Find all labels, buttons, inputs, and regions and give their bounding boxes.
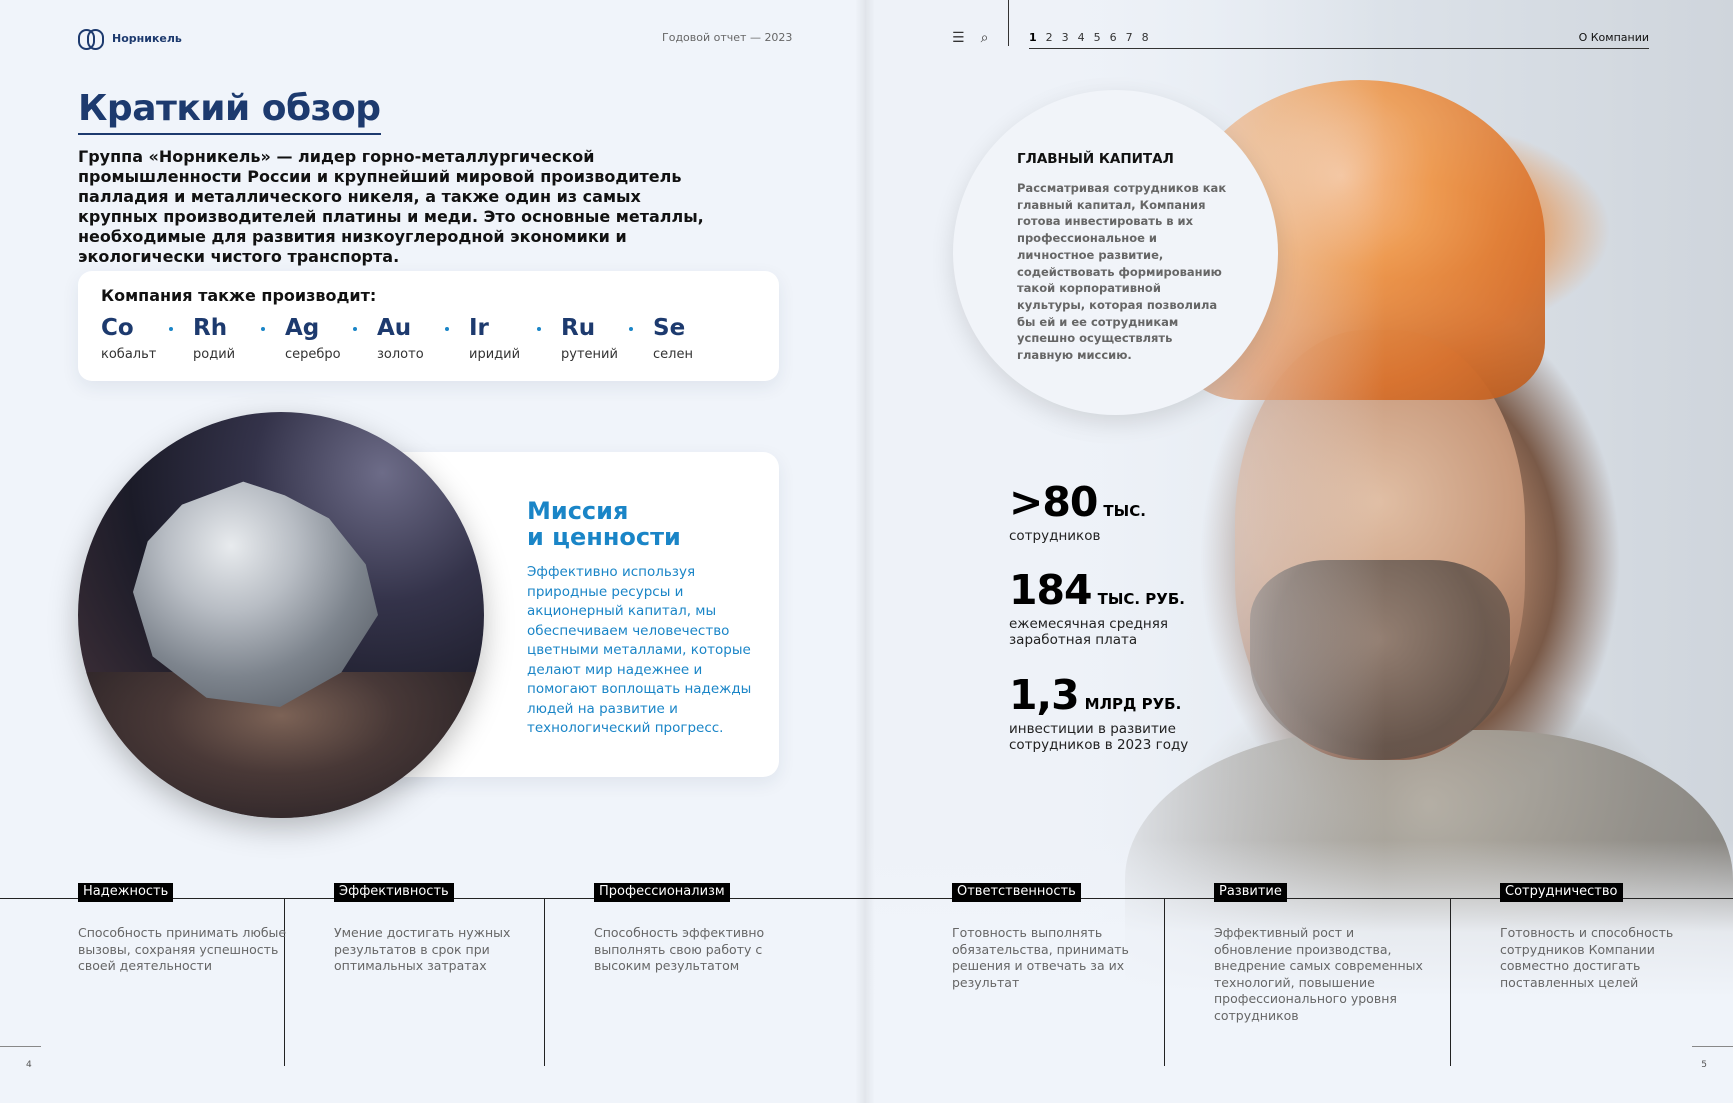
element-ruthenium: Ru рутений	[561, 315, 653, 362]
mission-title-line1: Миссия	[527, 497, 629, 525]
produces-title: Компания также производит:	[101, 286, 377, 305]
value-tag: Надежность	[78, 883, 174, 902]
value-description: Готовность выполнять обязательства, прин…	[952, 925, 1129, 990]
stat-value: 1,3	[1009, 671, 1080, 719]
stat-unit: ТЫС.	[1103, 502, 1146, 520]
element-symbol: Ru	[561, 315, 596, 341]
spread-gutter	[855, 0, 875, 1103]
separator-dot	[261, 327, 265, 331]
element-symbol: Se	[653, 315, 686, 341]
element-name: золото	[377, 347, 424, 362]
value-description: Эффективный рост и обновление производст…	[1214, 925, 1423, 1023]
separator-dot	[169, 327, 173, 331]
element-name: иридий	[469, 347, 521, 362]
element-rhodium: Rh родий	[193, 315, 285, 362]
page-title: Краткий обзор	[78, 88, 381, 135]
elements-list: Co кобальт Rh родий Ag серебро Au золото…	[101, 315, 745, 362]
page-navigation: 1 2 3 4 5 6 7 8	[1029, 31, 1149, 44]
stat-employees: >80 ТЫС. сотрудников	[1009, 478, 1229, 544]
values-separator	[1450, 898, 1451, 1066]
value-tag: Развитие	[1214, 883, 1287, 902]
corner-line	[1692, 1046, 1733, 1047]
stat-value: 184	[1009, 566, 1093, 614]
mineral-image	[78, 412, 484, 818]
value-professionalism: Профессионализм Способность эффективно в…	[594, 880, 764, 973]
element-silver: Ag серебро	[285, 315, 377, 362]
stat-investment: 1,3 МЛРД РУБ. инвестиции в развитие сотру…	[1009, 671, 1229, 753]
separator-dot	[537, 327, 541, 331]
mission-title: Миссия и ценности	[527, 498, 767, 550]
stat-unit: МЛРД РУБ.	[1084, 695, 1182, 713]
stat-unit: ТЫС. РУБ.	[1097, 590, 1185, 608]
value-tag: Профессионализм	[594, 883, 730, 902]
mission-text: Эффективно используя природные ресурсы и…	[527, 564, 752, 736]
value-description: Способность эффективно выполнять свою ра…	[594, 925, 765, 973]
logo[interactable]: Норникель	[78, 28, 182, 50]
corner-line	[0, 1046, 41, 1047]
mission-title-line2: и ценности	[527, 523, 681, 551]
element-name: рутений	[561, 347, 618, 362]
element-symbol: Co	[101, 315, 134, 341]
intro-paragraph: Группа «Норникель» — лидер горно-металлу…	[78, 147, 704, 266]
nav-page-6[interactable]: 6	[1110, 31, 1117, 44]
logo-text: Норникель	[112, 31, 182, 45]
nav-icons: ☰ ⌕	[952, 30, 988, 46]
element-iridium: Ir иридий	[469, 315, 561, 362]
element-symbol: Rh	[193, 315, 228, 341]
nav-page-1[interactable]: 1	[1029, 31, 1037, 44]
produces-card: Компания также производит: Co кобальт Rh…	[78, 271, 779, 381]
value-description: Умение достигать нужных результатов в ср…	[334, 925, 511, 973]
stat-value: >80	[1009, 478, 1098, 526]
value-responsibility: Ответственность Готовность выполнять обя…	[952, 880, 1129, 990]
nav-page-8[interactable]: 8	[1142, 31, 1149, 44]
element-name: серебро	[285, 347, 341, 362]
value-tag: Сотрудничество	[1500, 883, 1623, 902]
nav-page-5[interactable]: 5	[1094, 31, 1101, 44]
nav-page-2[interactable]: 2	[1046, 31, 1053, 44]
element-name: кобальт	[101, 347, 157, 362]
values-separator	[284, 898, 285, 1066]
nav-divider	[1008, 0, 1009, 46]
element-selenium: Se селен	[653, 315, 745, 362]
value-tag: Эффективность	[334, 883, 454, 902]
value-reliability: Надежность Способность принимать любые в…	[78, 880, 286, 973]
element-symbol: Au	[377, 315, 412, 341]
value-description: Способность принимать любые вызовы, сохр…	[78, 925, 287, 973]
values-line	[0, 898, 1733, 899]
separator-dot	[445, 327, 449, 331]
element-cobalt: Co кобальт	[101, 315, 193, 362]
section-link[interactable]: О Компании	[1579, 31, 1649, 44]
nav-page-3[interactable]: 3	[1062, 31, 1069, 44]
element-name: селен	[653, 347, 693, 362]
value-description: Готовность и способность сотрудников Ком…	[1500, 925, 1674, 990]
element-symbol: Ag	[285, 315, 320, 341]
value-cooperation: Сотрудничество Готовность и способность …	[1500, 880, 1673, 990]
nav-underline	[1029, 48, 1649, 49]
separator-dot	[629, 327, 633, 331]
page-number-right: 5	[1701, 1060, 1707, 1070]
values-separator	[544, 898, 545, 1066]
stat-label: инвестиции в развитие сотрудников в 2023…	[1009, 721, 1189, 753]
stat-salary: 184 ТЫС. РУБ. ежемесячная средняя заработ…	[1009, 566, 1229, 648]
stat-label: сотрудников	[1009, 528, 1101, 544]
menu-icon[interactable]: ☰	[952, 30, 965, 46]
element-symbol: Ir	[469, 315, 489, 341]
report-title: Годовой отчет — 2023	[662, 31, 793, 44]
value-efficiency: Эффективность Умение достигать нужных ре…	[334, 880, 510, 973]
capital-text: Рассматривая сотрудников как главный кап…	[1017, 181, 1227, 363]
search-icon[interactable]: ⌕	[981, 30, 989, 46]
capital-title: ГЛАВНЫЙ КАПИТАЛ	[1017, 151, 1174, 167]
page-number-left: 4	[26, 1060, 32, 1070]
value-tag: Ответственность	[952, 883, 1081, 902]
nav-page-7[interactable]: 7	[1126, 31, 1133, 44]
nornickel-logo-icon	[78, 28, 104, 50]
nav-page-4[interactable]: 4	[1078, 31, 1085, 44]
element-gold: Au золото	[377, 315, 469, 362]
value-development: Развитие Эффективный рост и обновление п…	[1214, 880, 1423, 1023]
stat-label: ежемесячная средняя заработная плата	[1009, 616, 1168, 648]
element-name: родий	[193, 347, 236, 362]
separator-dot	[353, 327, 357, 331]
